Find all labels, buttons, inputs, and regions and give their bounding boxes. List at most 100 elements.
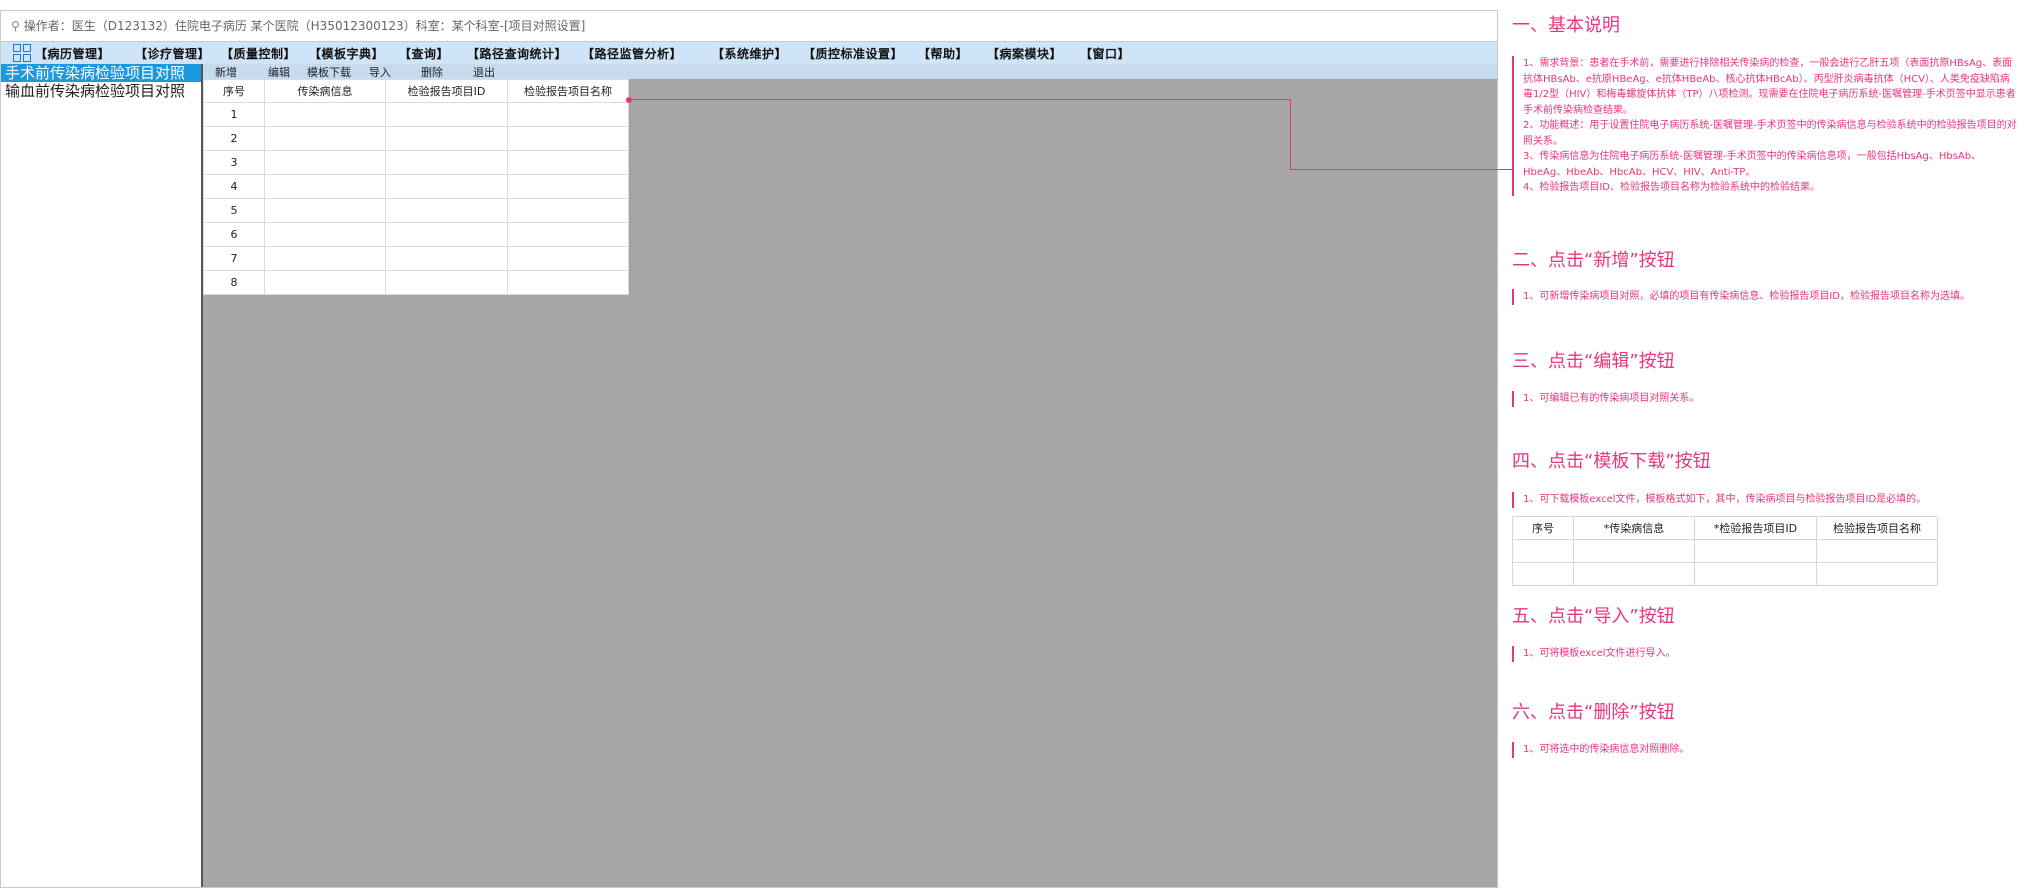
menu-item-help[interactable]: 【帮助】 bbox=[918, 45, 987, 62]
annotation-connector bbox=[1290, 169, 1512, 170]
report-item-id-cell[interactable] bbox=[385, 174, 508, 199]
report-item-name-cell[interactable] bbox=[507, 246, 629, 271]
menu-item-template-dictionary[interactable]: 【模板字典】 bbox=[309, 45, 399, 62]
basic-line: 2、功能概述：用于设置住院电子病历系统-医嘱管理-手术页签中的传染病信息与检验系… bbox=[1523, 120, 2017, 147]
menu-item-system-maintenance[interactable]: 【系统维护】 bbox=[712, 45, 803, 62]
table-row[interactable]: 2 bbox=[203, 126, 629, 151]
template-column-header: *传染病信息 bbox=[1573, 516, 1695, 540]
report-item-name-cell[interactable] bbox=[507, 150, 629, 175]
menu-item-window[interactable]: 【窗口】 bbox=[1080, 45, 1130, 62]
annotation-connector bbox=[1290, 99, 1291, 170]
toolbar: 新增 编辑 模板下载 导入 删除 退出 bbox=[203, 64, 1497, 79]
basic-line: 4、检验报告项目ID、检验报告项目名称为检验系统中的检验结果。 bbox=[1523, 182, 1821, 193]
infection-info-cell[interactable] bbox=[264, 198, 386, 223]
grid-header-row: 序号 传染病信息 检验报告项目ID 检验报告项目名称 bbox=[203, 79, 629, 103]
menu-bar: 【病历管理】 【诊疗管理】 【质量控制】 【模板字典】 【查询】 【路径查询统计… bbox=[1, 42, 1497, 65]
section-body-basic: 1、需求背景：患者在手术前，需要进行排除相关传染病的检查，一般会进行乙肝五项（表… bbox=[1512, 56, 2019, 196]
template-column-header: 序号 bbox=[1512, 516, 1574, 540]
section-body-template-download: 1、可下载模板excel文件，模板格式如下，其中，传染病项目与检验报告项目ID是… bbox=[1512, 492, 2019, 508]
menu-item-quality-control[interactable]: 【质量控制】 bbox=[221, 45, 309, 62]
column-header-infection-info[interactable]: 传染病信息 bbox=[264, 79, 386, 103]
infection-info-cell[interactable] bbox=[264, 126, 386, 151]
annotation-connector bbox=[630, 99, 1290, 100]
section-body-edit: 1、可编辑已有的传染病项目对照关系。 bbox=[1512, 391, 2019, 407]
report-item-id-cell[interactable] bbox=[385, 150, 508, 175]
table-row[interactable]: 8 bbox=[203, 270, 629, 295]
annotation-anchor-dot bbox=[626, 97, 632, 103]
report-item-id-cell[interactable] bbox=[385, 222, 508, 247]
row-index: 2 bbox=[203, 126, 265, 151]
row-index: 4 bbox=[203, 174, 265, 199]
row-index: 7 bbox=[203, 246, 265, 271]
template-download-button[interactable]: 模板下载 bbox=[307, 64, 369, 80]
exit-button[interactable]: 退出 bbox=[473, 64, 495, 80]
menu-item-case-module[interactable]: 【病案模块】 bbox=[987, 45, 1080, 62]
infection-info-cell[interactable] bbox=[264, 150, 386, 175]
template-empty-row bbox=[1512, 539, 1938, 563]
section-title-template-download: 四、点击“模板下载”按钮 bbox=[1512, 451, 1711, 472]
report-item-id-cell[interactable] bbox=[385, 270, 508, 295]
add-button[interactable]: 新增 bbox=[215, 64, 268, 80]
section-title-add: 二、点击“新增”按钮 bbox=[1512, 250, 1675, 271]
section-body-add: 1、可新增传染病项目对照，必填的项目有传染病信息、检验报告项目ID，检验报告项目… bbox=[1512, 289, 2019, 305]
row-index: 5 bbox=[203, 198, 265, 223]
user-icon: ⚲ bbox=[11, 19, 20, 33]
report-item-id-cell[interactable] bbox=[385, 102, 508, 127]
report-item-name-cell[interactable] bbox=[507, 102, 629, 127]
template-empty-row bbox=[1512, 562, 1938, 586]
grid-icon[interactable] bbox=[13, 44, 31, 62]
delete-button[interactable]: 删除 bbox=[421, 64, 473, 80]
report-item-id-cell[interactable] bbox=[385, 126, 508, 151]
import-button[interactable]: 导入 bbox=[369, 64, 421, 80]
infection-info-cell[interactable] bbox=[264, 102, 386, 127]
menu-item-treatment-management[interactable]: 【诊疗管理】 bbox=[135, 45, 221, 62]
basic-line: 1、需求背景：患者在手术前，需要进行排除相关传染病的检查，一般会进行乙肝五项（表… bbox=[1523, 58, 2016, 116]
table-row[interactable]: 4 bbox=[203, 174, 629, 199]
infection-info-cell[interactable] bbox=[264, 270, 386, 295]
table-row[interactable]: 7 bbox=[203, 246, 629, 271]
report-item-name-cell[interactable] bbox=[507, 222, 629, 247]
report-item-id-cell[interactable] bbox=[385, 246, 508, 271]
nav-item-preop-infection[interactable]: 手术前传染病检验项目对照 bbox=[1, 64, 201, 82]
template-column-header: 检验报告项目名称 bbox=[1816, 516, 1938, 540]
table-row[interactable]: 5 bbox=[203, 198, 629, 223]
nav-item-pretransfusion-infection[interactable]: 输血前传染病检验项目对照 bbox=[1, 82, 201, 100]
table-row[interactable]: 3 bbox=[203, 150, 629, 175]
menu-item-path-supervision[interactable]: 【路径监管分析】 bbox=[582, 45, 712, 62]
row-index: 3 bbox=[203, 150, 265, 175]
section-title-import: 五、点击“导入”按钮 bbox=[1512, 606, 1675, 627]
infection-info-cell[interactable] bbox=[264, 222, 386, 247]
menu-item-path-statistics[interactable]: 【路径查询统计】 bbox=[467, 45, 582, 62]
section-title-basic: 一、基本说明 bbox=[1512, 15, 1620, 36]
report-item-name-cell[interactable] bbox=[507, 198, 629, 223]
template-column-header: *检验报告项目ID bbox=[1694, 516, 1817, 540]
row-index: 8 bbox=[203, 270, 265, 295]
report-item-id-cell[interactable] bbox=[385, 198, 508, 223]
status-text: 操作者：医生（D123132）住院电子病历 某个医院（H35012300123）… bbox=[23, 19, 586, 33]
app-window: ⚲ 操作者：医生（D123132）住院电子病历 某个医院（H35012300123… bbox=[0, 10, 1498, 888]
column-header-index[interactable]: 序号 bbox=[203, 79, 265, 103]
menu-item-query[interactable]: 【查询】 bbox=[399, 45, 467, 62]
template-format-table: 序号 *传染病信息 *检验报告项目ID 检验报告项目名称 bbox=[1512, 516, 1938, 586]
row-index: 6 bbox=[203, 222, 265, 247]
report-item-name-cell[interactable] bbox=[507, 174, 629, 199]
infection-info-cell[interactable] bbox=[264, 246, 386, 271]
section-title-delete: 六、点击“删除”按钮 bbox=[1512, 702, 1675, 723]
menu-item-record-management[interactable]: 【病历管理】 bbox=[35, 45, 135, 62]
basic-line: 3、传染病信息为住院电子病历系统-医嘱管理-手术页签中的传染病信息项，一般包括H… bbox=[1523, 151, 1982, 178]
section-body-delete: 1、可将选中的传染病信息对照删除。 bbox=[1512, 742, 2019, 758]
menu-item-qc-standards[interactable]: 【质控标准设置】 bbox=[803, 45, 918, 62]
edit-button[interactable]: 编辑 bbox=[268, 64, 307, 80]
report-item-name-cell[interactable] bbox=[507, 270, 629, 295]
status-bar: ⚲ 操作者：医生（D123132）住院电子病历 某个医院（H35012300123… bbox=[1, 11, 1497, 42]
column-header-report-item-id[interactable]: 检验报告项目ID bbox=[385, 79, 508, 103]
infection-info-cell[interactable] bbox=[264, 174, 386, 199]
report-item-name-cell[interactable] bbox=[507, 126, 629, 151]
left-panel: 手术前传染病检验项目对照 输血前传染病检验项目对照 bbox=[1, 64, 203, 887]
column-header-report-item-name[interactable]: 检验报告项目名称 bbox=[507, 79, 629, 103]
workspace: 新增 编辑 模板下载 导入 删除 退出 序号 传染病信息 检验报告项目ID 检验… bbox=[203, 64, 1497, 887]
table-row[interactable]: 1 bbox=[203, 102, 629, 127]
table-row[interactable]: 6 bbox=[203, 222, 629, 247]
section-title-edit: 三、点击“编辑”按钮 bbox=[1512, 351, 1675, 372]
row-index: 1 bbox=[203, 102, 265, 127]
